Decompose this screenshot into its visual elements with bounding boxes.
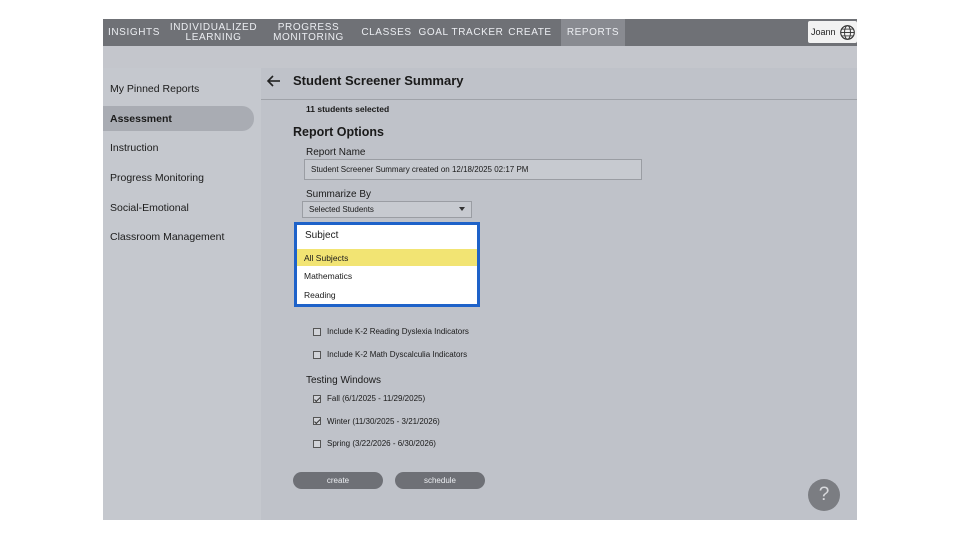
sidebar: My Pinned Reports Assessment Instruction… [103, 68, 261, 520]
summarize-by-select[interactable]: Selected Students [302, 201, 472, 218]
subject-dropdown-header: Subject [305, 230, 339, 241]
nav-progress-monitoring-line2: MONITORING [273, 31, 344, 43]
dyscalculia-checkbox-label: Include K-2 Math Dyscalculia Indicators [327, 350, 468, 359]
sidebar-item-instruction[interactable]: Instruction [103, 135, 254, 160]
app-window: INSIGHTS INDIVIDUALIZED LEARNING PROGRESS… [103, 19, 857, 520]
report-options-heading: Report Options [293, 125, 384, 139]
spring-window-label: Spring (3/22/2026 - 6/30/2026) [327, 439, 436, 448]
nav-insights[interactable]: INSIGHTS [103, 19, 165, 46]
spring-window-checkbox[interactable] [313, 440, 321, 448]
top-nav: INSIGHTS INDIVIDUALIZED LEARNING PROGRESS… [103, 19, 857, 46]
nav-create[interactable]: CREATE [504, 19, 556, 46]
page-title: Student Screener Summary [293, 73, 464, 88]
nav-individualized-learning-line2: LEARNING [185, 31, 242, 43]
report-name-label: Report Name [306, 147, 366, 158]
subject-option-mathematics[interactable]: Mathematics [297, 267, 477, 284]
nav-progress-monitoring[interactable]: PROGRESS MONITORING [262, 19, 355, 46]
back-arrow-icon[interactable] [266, 73, 282, 89]
nav-reports[interactable]: REPORTS [561, 19, 625, 46]
winter-window-checkbox[interactable] [313, 417, 321, 425]
sidebar-item-social-emotional[interactable]: Social-Emotional [103, 195, 254, 220]
dyscalculia-checkbox[interactable] [313, 351, 321, 359]
create-button[interactable]: create [293, 472, 383, 489]
chevron-down-icon [459, 207, 465, 211]
user-name: Joann [811, 27, 836, 37]
subject-option-reading[interactable]: Reading [297, 286, 477, 303]
main-panel: Student Screener Summary 11 students sel… [261, 68, 857, 520]
nav-classes[interactable]: CLASSES [355, 19, 418, 46]
nav-individualized-learning-line1: INDIVIDUALIZED [169, 21, 258, 33]
help-button[interactable]: ? [808, 479, 840, 511]
nav-individualized-learning[interactable]: INDIVIDUALIZED LEARNING [165, 19, 262, 46]
sidebar-item-assessment[interactable]: Assessment [103, 106, 254, 131]
fall-window-checkbox[interactable] [313, 395, 321, 403]
fall-window-label: Fall (6/1/2025 - 11/29/2025) [327, 394, 426, 403]
sidebar-item-progress-monitoring[interactable]: Progress Monitoring [103, 165, 254, 190]
summarize-by-value: Selected Students [309, 205, 374, 214]
subject-option-all-subjects[interactable]: All Subjects [297, 249, 477, 266]
report-name-input[interactable] [304, 159, 642, 180]
selected-count: 11 students selected [306, 104, 390, 114]
user-menu[interactable]: Joann [808, 21, 857, 43]
sidebar-item-classroom-management[interactable]: Classroom Management [103, 224, 254, 249]
winter-window-label: Winter (11/30/2025 - 3/21/2026) [327, 417, 440, 426]
sub-toolbar [103, 46, 857, 68]
summarize-by-label: Summarize By [306, 189, 372, 200]
header-divider [261, 99, 857, 100]
nav-goal-tracker[interactable]: GOAL TRACKER [418, 19, 504, 46]
nav-progress-monitoring-line1: PROGRESS [277, 21, 340, 33]
dyslexia-checkbox-label: Include K-2 Reading Dyslexia Indicators [327, 327, 469, 336]
subject-dropdown[interactable]: Subject All Subjects Mathematics Reading [294, 222, 480, 307]
testing-windows-heading: Testing Windows [306, 375, 382, 386]
globe-icon [839, 24, 855, 40]
dyslexia-checkbox[interactable] [313, 328, 321, 336]
sidebar-item-my-pinned-reports[interactable]: My Pinned Reports [103, 76, 254, 101]
schedule-button[interactable]: schedule [395, 472, 485, 489]
